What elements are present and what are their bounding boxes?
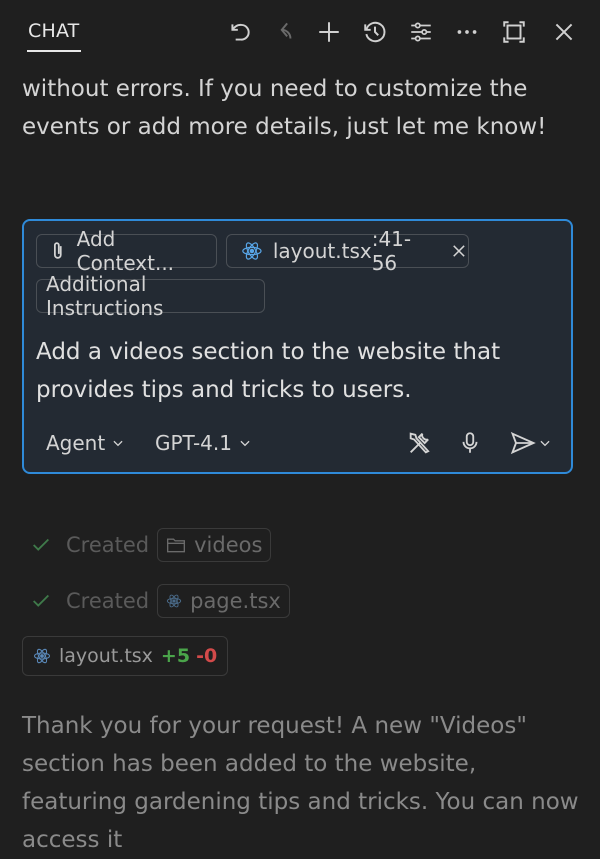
chevron-down-icon xyxy=(540,440,550,447)
file-chip[interactable]: videos xyxy=(157,528,272,562)
lines-added: +5 xyxy=(160,645,191,667)
maximize-icon[interactable] xyxy=(500,18,528,46)
chevron-down-icon xyxy=(240,440,250,447)
additional-instructions-chip[interactable]: Additional Instructions xyxy=(36,272,265,320)
file-name: page.tsx xyxy=(190,589,281,613)
step-status: Created xyxy=(66,533,150,557)
mode-dropdown[interactable]: Agent xyxy=(46,431,125,455)
additional-instructions-label: Additional Instructions xyxy=(46,272,164,320)
assistant-message-text: without errors. If you need to customize… xyxy=(22,76,547,140)
folder-icon xyxy=(167,538,186,553)
file-context-chip[interactable]: layout.tsx:41-56 xyxy=(226,227,469,275)
paperclip-icon xyxy=(53,242,62,259)
remove-chip-icon[interactable] xyxy=(450,242,468,260)
lines-removed: -0 xyxy=(196,645,218,667)
tab-chat[interactable]: CHAT xyxy=(28,20,79,42)
file-chip-name: layout.tsx xyxy=(272,239,372,263)
chat-input-box[interactable]: Add Context... layout.tsx:41-56 Addition… xyxy=(22,219,573,474)
microphone-icon[interactable] xyxy=(454,427,486,459)
close-icon[interactable] xyxy=(550,18,578,46)
send-button[interactable] xyxy=(502,427,558,459)
mode-label: Agent xyxy=(46,431,106,455)
history-icon[interactable] xyxy=(361,18,389,46)
step-item: Created page.tsx xyxy=(30,584,290,618)
tab-active-underline xyxy=(27,50,81,52)
react-icon xyxy=(242,242,262,260)
step-item: Created videos xyxy=(30,528,272,562)
step-status: Created xyxy=(66,589,150,613)
undo-icon[interactable] xyxy=(226,18,254,46)
plus-icon[interactable] xyxy=(315,18,343,46)
redo-icon[interactable] xyxy=(271,18,299,46)
react-icon xyxy=(166,594,182,608)
react-icon xyxy=(33,648,51,664)
assistant-response-text: Thank you for your request! A new "Video… xyxy=(22,713,579,853)
chat-header: CHAT xyxy=(0,0,600,66)
file-name: videos xyxy=(194,533,263,557)
settings-sliders-icon[interactable] xyxy=(407,18,435,46)
model-label: GPT-4.1 xyxy=(155,431,232,455)
changed-file-name: layout.tsx xyxy=(59,645,153,667)
add-context-button[interactable]: Add Context... xyxy=(36,227,217,275)
file-chip[interactable]: page.tsx xyxy=(157,584,290,618)
input-toolbar: Agent GPT-4.1 xyxy=(24,421,571,465)
check-icon xyxy=(33,538,49,551)
model-dropdown[interactable]: GPT-4.1 xyxy=(155,431,252,455)
send-icon xyxy=(510,431,536,455)
tools-icon[interactable] xyxy=(404,427,436,459)
check-icon xyxy=(33,594,49,607)
add-context-label: Add Context... xyxy=(76,227,175,275)
file-chip-range: :41-56 xyxy=(371,227,412,275)
more-icon[interactable] xyxy=(453,18,481,46)
changed-file-chip[interactable]: layout.tsx +5 -0 xyxy=(22,636,229,676)
prompt-text[interactable]: Add a videos section to the website that… xyxy=(36,333,556,409)
chevron-down-icon xyxy=(113,440,123,447)
